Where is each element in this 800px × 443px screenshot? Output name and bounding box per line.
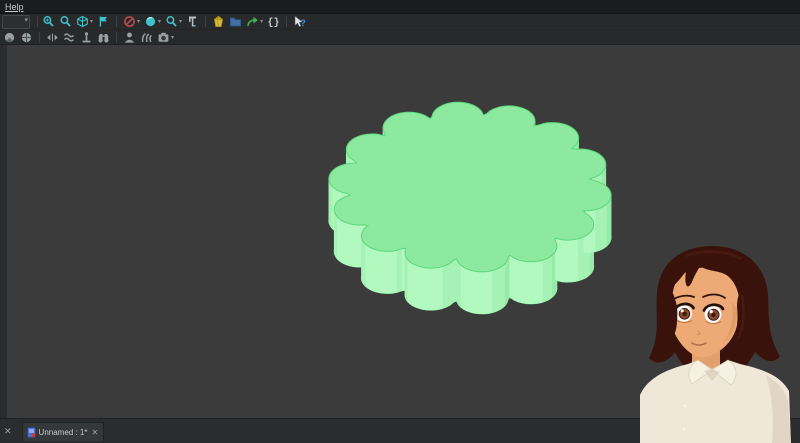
camera-gear-icon[interactable]: ▾ [156,30,175,44]
menu-bar: Help [0,0,800,14]
plumb-icon[interactable] [79,30,94,44]
chevron-down-icon: ▾ [137,18,140,25]
folder-icon[interactable] [228,15,243,29]
close-icon[interactable]: ✕ [0,426,16,437]
toolbar-combobox[interactable]: ▾ [2,15,30,29]
sphere-quadrant-icon[interactable] [19,30,34,44]
bust-icon[interactable] [122,30,137,44]
chevron-down-icon: ▾ [90,18,93,25]
main-toolbar: ▾ ▾ ▾ ▾ ▾ ▾ {}? [0,14,800,30]
sphere-shaded-icon[interactable] [2,30,17,44]
zoom-in-icon[interactable] [41,15,56,29]
wave-icon[interactable] [62,30,77,44]
toolbar-separator [205,16,206,27]
left-panel-edge [0,45,7,418]
toolbar-separator [37,16,38,27]
character-figure [640,246,791,443]
toolbar-separator [286,16,287,27]
toolbar-separator [39,32,40,43]
gear-model [329,102,611,314]
view-cube-icon[interactable]: ▾ [75,15,94,29]
tab-title: Unnamed : 1* [39,428,88,437]
flip-horizontal-icon[interactable] [45,30,60,44]
flag-icon[interactable] [96,15,111,29]
svg-text:{}: {} [268,17,280,28]
binoculars-icon[interactable] [96,30,111,44]
menu-help[interactable]: Help [0,2,29,12]
svg-text:?: ? [300,18,306,28]
document-model-icon [27,427,36,438]
no-entry-icon[interactable]: ▾ [122,15,141,29]
application-window: Help ▾ ▾ ▾ ▾ ▾ ▾ {}? ▾ ✕ Unnamed : 1* ✕ [0,0,800,443]
toolbar-separator [116,32,117,43]
tab-close-icon[interactable]: ✕ [90,428,99,437]
mascot-character [628,243,800,443]
script-braces-icon[interactable]: {} [266,15,281,29]
context-help-icon[interactable]: ? [292,15,307,29]
toolbar-separator [116,16,117,27]
sphere-tool-icon[interactable]: ▾ [143,15,162,29]
pick-magnifier-icon[interactable]: ▾ [164,15,183,29]
chevron-down-icon: ▾ [179,18,182,25]
chevron-down-icon: ▾ [24,15,28,27]
chevron-down-icon: ▾ [260,18,263,25]
export-icon[interactable]: ▾ [245,15,264,29]
chevron-down-icon: ▾ [171,34,174,41]
caliper-icon[interactable] [185,15,200,29]
tab-unnamed[interactable]: Unnamed : 1* ✕ [22,422,105,441]
chevron-down-icon: ▾ [158,18,161,25]
claw-icon[interactable] [139,30,154,44]
gem-icon[interactable] [211,15,226,29]
secondary-toolbar: ▾ [0,30,800,45]
zoom-original-icon[interactable] [58,15,73,29]
